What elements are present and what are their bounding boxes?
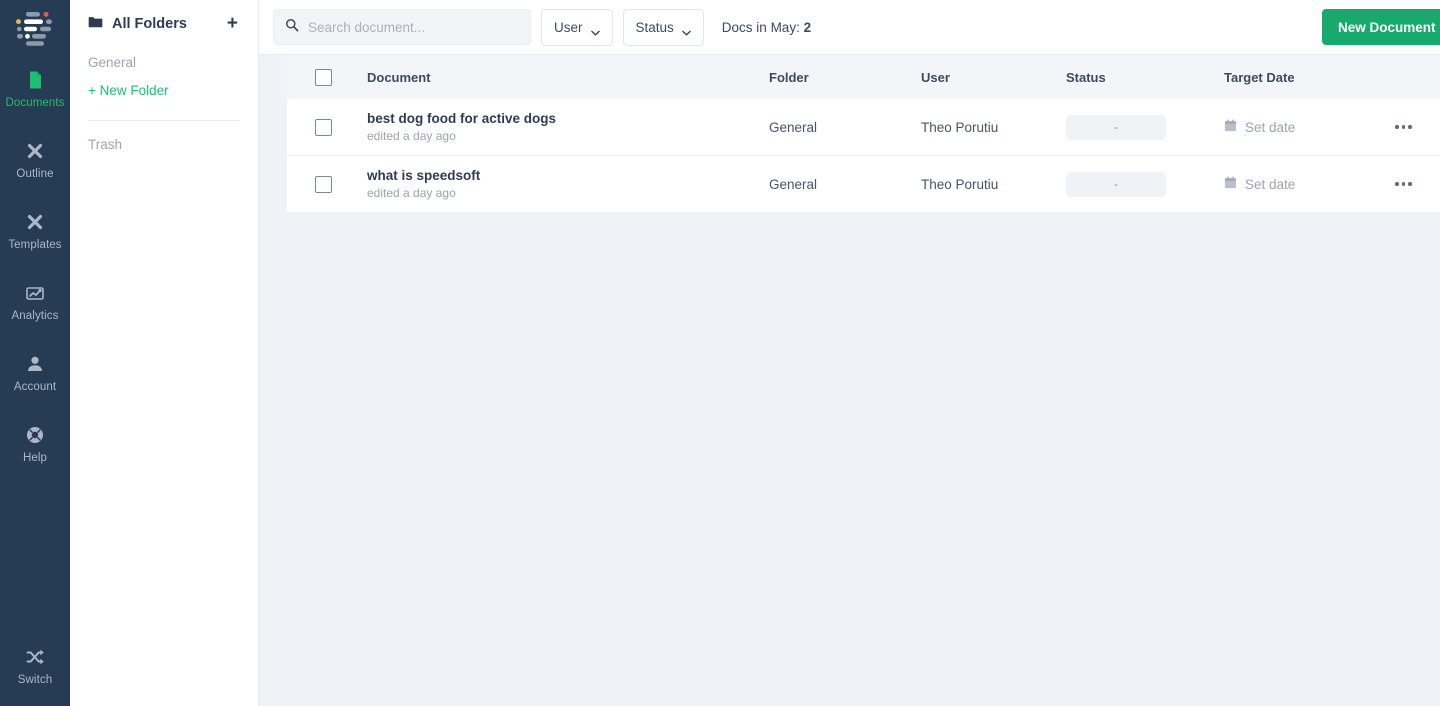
more-horizontal-icon[interactable]: [1389, 119, 1418, 135]
rail-bottom-section: Switch: [0, 637, 70, 694]
user-filter-dropdown[interactable]: User: [541, 8, 613, 46]
folder-cell: General: [769, 176, 818, 192]
status-badge[interactable]: -: [1066, 114, 1166, 140]
document-cell: what is speedsoft edited a day ago: [367, 168, 769, 200]
status-badge[interactable]: -: [1066, 171, 1166, 197]
docs-count-value: 2: [803, 19, 812, 35]
document-edited-time: edited a day ago: [367, 129, 456, 143]
table-body: best dog food for active dogs edited a d…: [287, 99, 1440, 213]
app-logo[interactable]: [13, 10, 57, 48]
chevron-down-icon: [590, 24, 600, 36]
docs-count-label: Docs in May:: [721, 19, 800, 35]
sidebar-item-label: Templates: [8, 239, 62, 251]
select-all-checkbox[interactable]: [315, 68, 332, 86]
row-select-cell: [315, 175, 367, 193]
row-select-cell: [315, 118, 367, 136]
all-folders-label: All Folders: [112, 15, 187, 32]
column-header-target-date: Target Date: [1224, 69, 1295, 85]
toolbar: User Status Docs in May: 2: [259, 0, 1440, 55]
sidebar-item-label: Analytics: [11, 310, 59, 322]
sidebar-item-label: Documents: [5, 97, 65, 109]
status-cell: -: [1066, 114, 1224, 140]
column-header-folder: Folder: [769, 69, 809, 85]
sidebar-item-account[interactable]: Account: [0, 344, 70, 401]
folder-icon: [88, 15, 103, 33]
chevron-down-icon: [681, 24, 691, 36]
user-filter-label: User: [554, 19, 583, 35]
row-actions-cell: [1389, 119, 1440, 135]
new-folder-button[interactable]: + New Folder: [88, 76, 240, 98]
calendar-icon: [1224, 176, 1237, 192]
document-title[interactable]: what is speedsoft: [367, 168, 769, 183]
chart-line-icon: [25, 283, 45, 303]
sidebar-item-documents[interactable]: Documents: [0, 60, 70, 117]
table-row[interactable]: best dog food for active dogs edited a d…: [287, 99, 1440, 156]
sidebar-item-label: Switch: [17, 674, 53, 686]
status-filter-label: Status: [635, 19, 674, 35]
add-folder-button[interactable]: +: [225, 14, 240, 33]
user-cell: Theo Porutiu: [921, 119, 999, 135]
status-cell: -: [1066, 171, 1224, 197]
search-container[interactable]: [273, 9, 531, 45]
folders-divider: [88, 120, 240, 121]
magic-wand-icon: [25, 212, 45, 232]
sidebar-item-help[interactable]: Help: [0, 415, 70, 472]
docs-count: Docs in May: 2: [722, 20, 811, 35]
set-date-label: Set date: [1245, 119, 1296, 135]
trash-item[interactable]: Trash: [88, 137, 240, 152]
search-icon: [285, 18, 299, 37]
document-title[interactable]: best dog food for active dogs: [367, 111, 769, 126]
sidebar-item-label: Help: [22, 452, 48, 464]
main-content: User Status Docs in May: 2: [259, 0, 1440, 706]
row-checkbox[interactable]: [315, 118, 332, 136]
sidebar-item-templates[interactable]: Templates: [0, 202, 70, 259]
sidebar-item-switch[interactable]: Switch: [0, 637, 70, 694]
folder-cell: General: [769, 119, 818, 135]
lifebuoy-icon: [25, 425, 45, 445]
more-horizontal-icon[interactable]: [1389, 176, 1418, 192]
folders-panel: All Folders + General + New Folder Trash: [70, 0, 259, 706]
documents-table: Document Folder User Status Target Date …: [259, 55, 1440, 213]
app-logo-icon: [16, 11, 52, 46]
table-row[interactable]: what is speedsoft edited a day ago Gener…: [287, 156, 1440, 213]
select-all-cell: [315, 68, 367, 86]
target-date-cell: Set date: [1224, 119, 1389, 135]
new-document-button[interactable]: New Document: [1321, 9, 1440, 45]
sidebar-item-label: Account: [13, 381, 57, 393]
column-header-document: Document: [367, 69, 431, 85]
rail-item-list: Documents Outline Templates Analytics Ac…: [0, 60, 70, 486]
magic-wand-icon: [25, 141, 45, 161]
document-edited-time: edited a day ago: [367, 186, 456, 200]
search-input[interactable]: [308, 19, 519, 35]
column-header-user: User: [921, 69, 950, 85]
user-cell: Theo Porutiu: [921, 176, 999, 192]
shuffle-icon: [25, 647, 45, 667]
table-header-row: Document Folder User Status Target Date: [287, 55, 1440, 99]
user-icon: [25, 354, 45, 374]
folder-item-general[interactable]: General: [88, 49, 240, 76]
primary-nav-rail: Documents Outline Templates Analytics Ac…: [0, 0, 70, 706]
status-filter-dropdown[interactable]: Status: [622, 8, 704, 46]
sidebar-item-outline[interactable]: Outline: [0, 131, 70, 188]
set-date-label: Set date: [1245, 176, 1296, 192]
sidebar-item-analytics[interactable]: Analytics: [0, 273, 70, 330]
folders-header: All Folders +: [88, 14, 240, 33]
document-icon: [25, 70, 45, 90]
set-date-button[interactable]: Set date: [1224, 119, 1389, 135]
document-cell: best dog food for active dogs edited a d…: [367, 111, 769, 143]
all-folders-title[interactable]: All Folders: [88, 15, 187, 33]
app-root: Documents Outline Templates Analytics Ac…: [0, 0, 1440, 706]
calendar-icon: [1224, 119, 1237, 135]
sidebar-item-label: Outline: [16, 168, 54, 180]
row-checkbox[interactable]: [315, 175, 332, 193]
target-date-cell: Set date: [1224, 176, 1389, 192]
column-header-status: Status: [1066, 69, 1106, 85]
row-actions-cell: [1389, 176, 1440, 192]
set-date-button[interactable]: Set date: [1224, 176, 1389, 192]
